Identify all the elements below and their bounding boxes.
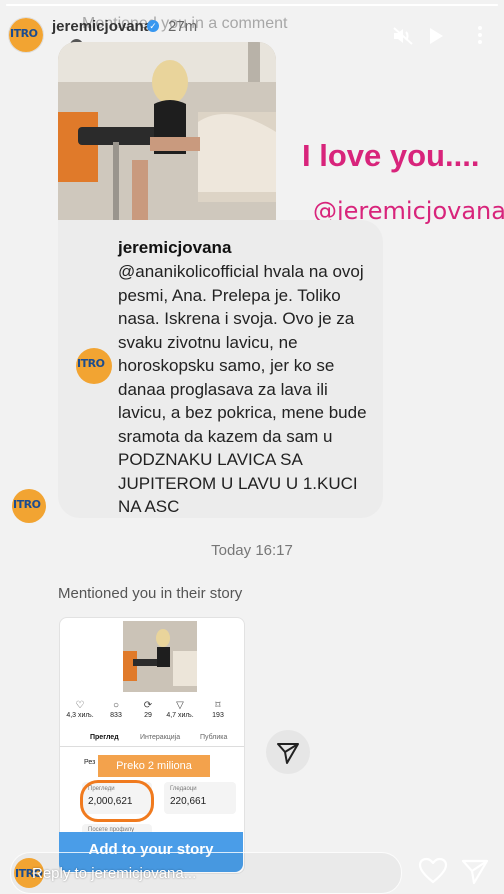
direct-message-icon[interactable] — [460, 856, 490, 886]
comment-text: @ananikolicofficial hvala na ovoj pesmi,… — [118, 262, 367, 516]
stat-shares: ▽ 4,7 хиљ. — [166, 700, 194, 719]
tab-audience[interactable]: Публика — [200, 734, 227, 741]
verified-icon: ✓ — [147, 20, 159, 32]
heart-icon[interactable] — [418, 856, 448, 886]
comment-avatar[interactable]: ITRO — [76, 348, 112, 384]
stat-reposts: ⟳ 29 — [134, 700, 162, 719]
highlight-ring — [80, 780, 154, 822]
play-icon[interactable] — [428, 27, 444, 45]
tab-interaction[interactable]: Интеракција — [140, 734, 180, 741]
story-time: 27m — [168, 18, 198, 35]
viewers-value: 220,661 — [170, 796, 207, 807]
heart-icon: ♡ — [75, 700, 85, 711]
share-button[interactable] — [266, 730, 310, 774]
story-progress-fill — [6, 4, 498, 6]
tab-overview[interactable]: Преглед — [90, 734, 119, 741]
viewers-box: Гледаоци 220,661 — [164, 782, 236, 814]
timestamp: Today 16:17 — [211, 542, 293, 559]
stat-value: 4,3 хиљ. — [66, 712, 94, 719]
sender-avatar[interactable]: ITRO — [12, 489, 46, 523]
comment-icon: ○ — [112, 700, 120, 711]
story-thumbnail — [123, 621, 197, 692]
stat-comments: ○ 833 — [102, 700, 130, 719]
logo-text: ITRO — [13, 498, 41, 511]
views-banner: Preko 2 miliona pregleda. — [98, 755, 210, 794]
section-label: Рез — [84, 759, 96, 766]
comment-photo — [58, 42, 276, 220]
logo-text: ITRO — [77, 357, 105, 370]
reply-placeholder[interactable]: Reply to jeremicjovana... — [32, 865, 196, 882]
stat-value: 4,7 хиљ. — [166, 712, 194, 719]
stat-value: 833 — [110, 712, 122, 719]
more-icon[interactable] — [470, 25, 490, 45]
love-text: I love you.... — [302, 138, 480, 173]
stat-saves: ⌑ 193 — [204, 700, 232, 719]
story-progress-bar — [6, 4, 498, 6]
mute-icon[interactable] — [392, 26, 414, 46]
story-mention-label: Mentioned you in their story — [58, 585, 243, 602]
stat-value: 193 — [212, 712, 224, 719]
story-username[interactable]: jeremicjovana — [52, 18, 152, 35]
comment-author[interactable]: jeremicjovana — [118, 238, 231, 258]
logo-text: ITRO — [10, 27, 38, 40]
bookmark-icon: ⌑ — [215, 700, 221, 711]
stat-likes: ♡ 4,3 хиљ. — [66, 700, 94, 719]
insights-tabs: Преглед Интеракција Публика — [60, 732, 244, 747]
send-icon: ▽ — [176, 700, 184, 711]
repost-icon: ⟳ — [143, 700, 153, 711]
avatar[interactable]: ITRO — [8, 17, 44, 53]
stat-value: 29 — [144, 712, 152, 719]
viewers-label: Гледаоци — [170, 786, 197, 792]
send-icon — [277, 743, 299, 764]
